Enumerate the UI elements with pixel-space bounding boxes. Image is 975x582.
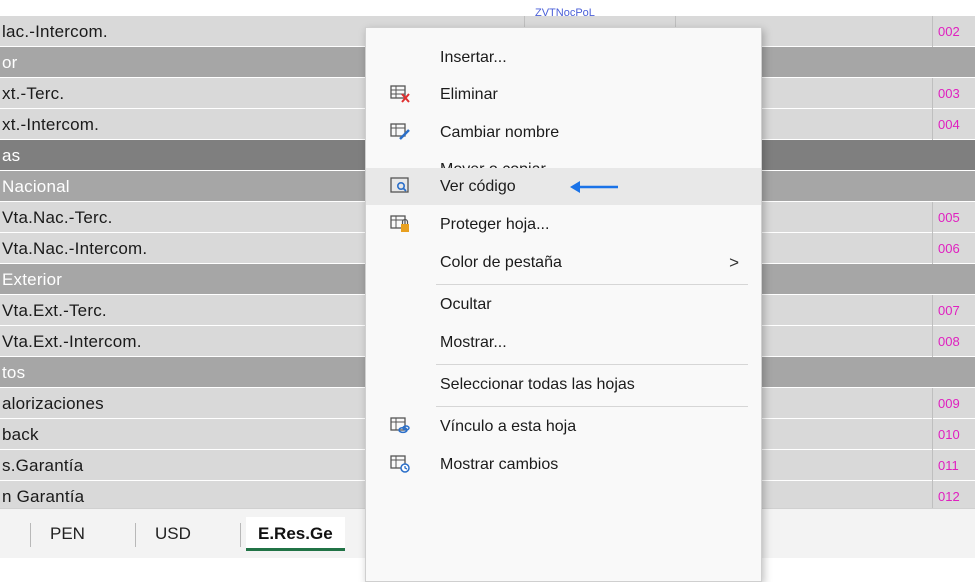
row-label: Vta.Ext.-Terc.: [2, 301, 107, 320]
menu-item-label: Mostrar cambios: [440, 456, 559, 473]
row-label: Nacional: [2, 177, 70, 196]
row-label: as: [2, 146, 21, 165]
menu-item-proteger-hoja[interactable]: Proteger hoja...: [366, 206, 761, 243]
protect-sheet-icon: [390, 215, 410, 233]
tab-separator: [240, 523, 241, 547]
row-label: xt.-Intercom.: [2, 115, 100, 134]
cell-gridline: [932, 109, 933, 140]
menu-item-mostrar[interactable]: Mostrar...: [366, 324, 761, 361]
cell-gridline: [932, 326, 933, 357]
cell-gridline: [932, 295, 933, 326]
cell-gridline: [932, 419, 933, 450]
menu-item-ver-codigo[interactable]: Ver código: [366, 168, 761, 205]
row-label: xt.-Terc.: [2, 84, 65, 103]
menu-item-label: Cambiar nombre: [440, 124, 560, 141]
tab-separator: [135, 523, 136, 547]
menu-item-label: Vínculo a esta hoja: [440, 418, 577, 435]
row-label: Exterior: [2, 270, 63, 289]
menu-item-ocultar[interactable]: Ocultar: [366, 286, 761, 323]
cell-gridline: [932, 16, 933, 47]
menu-item-eliminar[interactable]: Eliminar: [366, 76, 761, 113]
menu-item-label: Ocultar: [440, 296, 492, 313]
rename-sheet-icon: [390, 123, 410, 141]
menu-divider: [436, 406, 748, 407]
cell-gridline: [932, 450, 933, 481]
tab-usd[interactable]: USD: [155, 517, 191, 551]
row-code: 009: [938, 396, 960, 411]
tab-e-res-ge[interactable]: E.Res.Ge: [246, 517, 345, 551]
row-label: or: [2, 53, 18, 72]
submenu-chevron-icon: >: [729, 253, 739, 272]
menu-item-insertar[interactable]: Insertar...: [366, 39, 761, 76]
row-code: 007: [938, 303, 960, 318]
menu-item-mostrar-cambios[interactable]: Mostrar cambios: [366, 446, 761, 483]
row-code: 005: [938, 210, 960, 225]
cell-gridline: [932, 233, 933, 264]
menu-divider: [436, 364, 748, 365]
menu-item-label: Eliminar: [440, 86, 498, 103]
row-code: 011: [938, 458, 959, 473]
sheet-context-menu: Insertar... Eliminar Cambiar nombre Move…: [365, 27, 762, 582]
menu-item-label: Ver código: [440, 178, 516, 195]
menu-item-vinculo-hoja[interactable]: Vínculo a esta hoja: [366, 408, 761, 445]
row-code: 008: [938, 334, 960, 349]
menu-item-label: Seleccionar todas las hojas: [440, 376, 635, 393]
tab-pen[interactable]: PEN: [50, 517, 85, 551]
menu-item-color-pestana[interactable]: Color de pestaña >: [366, 244, 761, 281]
delete-sheet-icon: [390, 85, 410, 103]
row-code: 004: [938, 117, 960, 132]
annotation-arrow-icon: [570, 181, 618, 193]
view-code-icon: [390, 177, 410, 195]
menu-divider: [436, 284, 748, 285]
link-sheet-icon: [390, 417, 410, 435]
row-code: 003: [938, 86, 960, 101]
row-code: 010: [938, 427, 960, 442]
cell-gridline: [932, 202, 933, 233]
row-label: back: [2, 425, 39, 444]
menu-item-seleccionar-todas[interactable]: Seleccionar todas las hojas: [366, 366, 761, 403]
row-code: 006: [938, 241, 960, 256]
menu-item-label: Proteger hoja...: [440, 216, 550, 233]
menu-item-cambiar-nombre[interactable]: Cambiar nombre: [366, 114, 761, 151]
row-label: Vta.Ext.-Intercom.: [2, 332, 142, 351]
row-label: alorizaciones: [2, 394, 104, 413]
row-code: 002: [938, 24, 960, 39]
row-label: tos: [2, 363, 26, 382]
menu-item-label: Color de pestaña: [440, 254, 562, 271]
show-changes-icon: [390, 455, 410, 473]
row-label: s.Garantía: [2, 456, 84, 475]
cell-gridline: [932, 78, 933, 109]
row-label: Vta.Nac.-Intercom.: [2, 239, 148, 258]
menu-item-label: Insertar...: [440, 49, 507, 66]
menu-item-label: Mostrar...: [440, 334, 507, 351]
row-label: lac.-Intercom.: [2, 22, 108, 41]
tab-separator: [30, 523, 31, 547]
cell-gridline: [932, 388, 933, 419]
row-label: Vta.Nac.-Terc.: [2, 208, 113, 227]
partial-cell-text: ZVTNocPoL: [535, 7, 595, 19]
